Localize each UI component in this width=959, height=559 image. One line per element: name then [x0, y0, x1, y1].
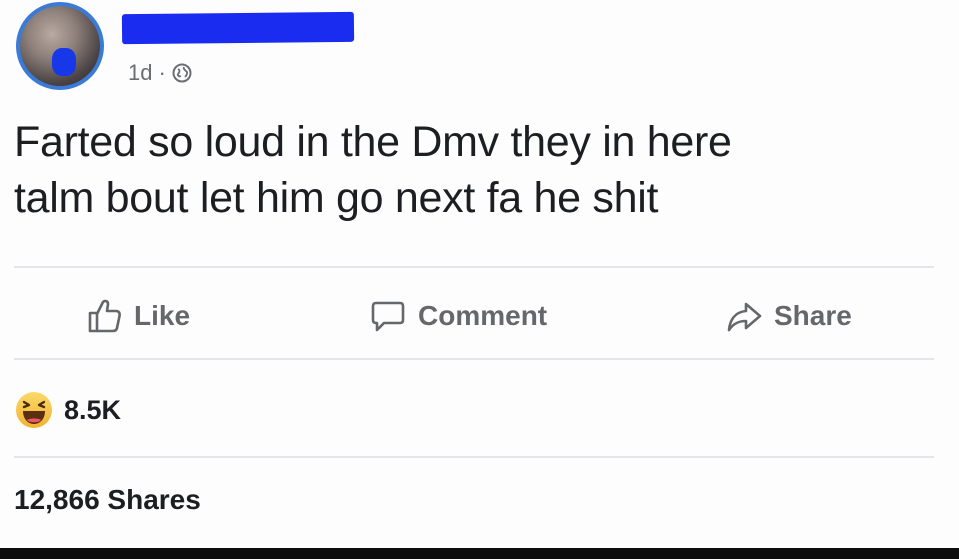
comment-button[interactable]: Comment — [368, 288, 547, 344]
divider-middle — [14, 358, 934, 360]
comment-bubble-icon — [371, 301, 405, 332]
avatar[interactable] — [16, 2, 104, 90]
post-meta: 1d · — [128, 58, 192, 88]
reaction-count: 8.5K — [64, 394, 122, 425]
share-count[interactable]: 12,866 Shares — [14, 484, 201, 516]
share-button[interactable]: Share — [724, 288, 852, 344]
like-button[interactable]: Like — [84, 288, 190, 344]
divider-top — [14, 266, 934, 268]
avatar-censor-mark — [52, 48, 76, 76]
post-text-line-1: Farted so loud in the Dmv they in here — [14, 118, 732, 166]
share-arrow-icon — [727, 302, 762, 332]
post-text: Farted so loud in the Dmv they in here t… — [14, 114, 944, 226]
like-label: Like — [134, 300, 191, 331]
meta-separator: · — [158, 60, 166, 85]
haha-emoji-icon — [16, 392, 52, 428]
bottom-edge-bar — [0, 548, 959, 559]
post-text-line-2: talm bout let him go next fa he shit — [14, 174, 659, 222]
author-name-redacted — [121, 11, 355, 45]
reactions-summary[interactable]: 8.5K — [14, 388, 121, 432]
share-label: Share — [774, 300, 852, 331]
divider-bottom — [14, 456, 934, 458]
action-bar: Like Comment Share — [0, 288, 959, 344]
thumbs-up-icon — [88, 299, 121, 333]
post-card: 1d · Farted so loud in the Dmv they in h… — [0, 0, 959, 548]
comment-label: Comment — [418, 300, 548, 331]
globe-icon — [172, 63, 192, 83]
post-timestamp[interactable]: 1d — [128, 60, 152, 86]
